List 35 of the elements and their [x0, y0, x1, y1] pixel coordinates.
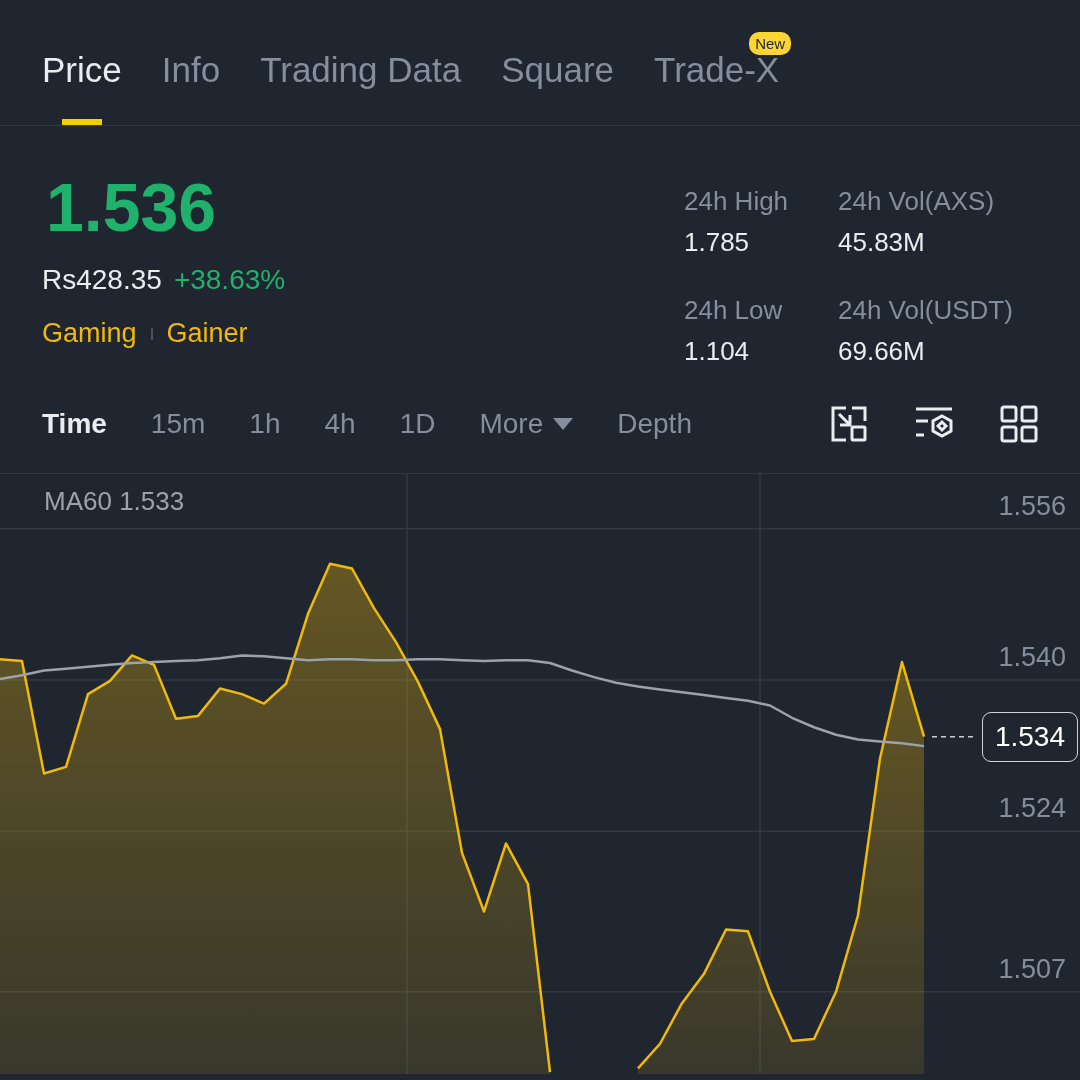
stat-value: 1.104 [684, 336, 751, 367]
interval-tab[interactable]: 4h [324, 407, 356, 440]
new-badge: New [749, 32, 792, 55]
interval-tab[interactable]: Time [42, 407, 107, 440]
tab[interactable]: Trading Data [260, 50, 462, 125]
tab[interactable]: Info [161, 50, 221, 125]
tab[interactable]: Price [42, 50, 122, 125]
stat-value: 45.83M [838, 227, 926, 258]
axis-label: 1.507 [998, 953, 1066, 984]
interval-tab[interactable]: 1D [399, 407, 436, 440]
tab[interactable]: Square [501, 50, 615, 125]
last-price: 1.536 [46, 168, 218, 246]
interval-tab[interactable]: 15m [150, 407, 206, 440]
interval-tab[interactable]: 1h [249, 407, 281, 440]
stat-value: 1.785 [684, 227, 751, 258]
price-change: +38.63% [173, 264, 286, 296]
interval-tab[interactable]: More [479, 407, 574, 440]
axis-label: 1.556 [998, 490, 1066, 521]
fiat-price: Rs428.35 [42, 264, 162, 296]
fullscreen-icon[interactable] [830, 404, 868, 443]
category-tag[interactable]: Gainer [166, 318, 248, 349]
stat-label: 24h Vol(AXS) [838, 186, 996, 217]
last-price-line [931, 735, 976, 738]
stat-label: 24h High [684, 186, 790, 217]
interval-tab[interactable]: Depth [617, 407, 692, 440]
stat-label: 24h Low [684, 295, 784, 326]
grid-icon[interactable] [1000, 404, 1038, 443]
axis-label: 1.524 [998, 793, 1066, 824]
axis-label: 1.540 [998, 642, 1066, 672]
indicator-label: MA60 1.533 [44, 486, 185, 517]
caret-icon [553, 417, 574, 430]
last-price-tag: 1.534 [981, 711, 1078, 762]
category-tag[interactable]: Gaming [42, 318, 137, 349]
stat-label: 24h Vol(USDT) [838, 295, 1014, 326]
stat-value: 69.66M [838, 336, 926, 367]
